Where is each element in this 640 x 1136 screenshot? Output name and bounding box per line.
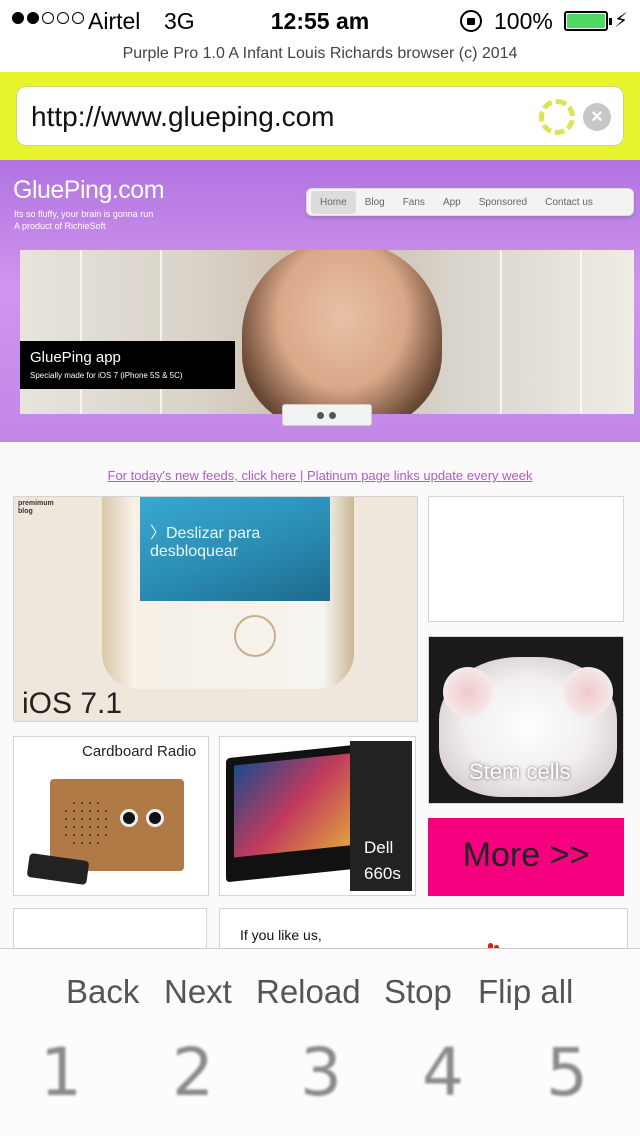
tile-cardboard-radio[interactable]: Cardboard Radio xyxy=(13,736,209,896)
site-header: GluePing.com Its so fluffy, your brain i… xyxy=(0,160,640,442)
tagline-line-1: Its so fluffy, your brain is gonna run xyxy=(14,209,154,219)
tile-tag: premimum blog xyxy=(18,500,54,516)
banner-caption: GluePing app Specially made for iOS 7 (i… xyxy=(20,341,235,389)
nav-sponsored[interactable]: Sponsored xyxy=(470,191,536,214)
battery-icon xyxy=(564,11,612,31)
url-bar-container: http://www.glueping.com × xyxy=(0,72,640,160)
url-field[interactable]: http://www.glueping.com × xyxy=(16,86,624,146)
banner-image[interactable] xyxy=(20,250,634,414)
hand-icon xyxy=(482,931,508,948)
nav-app[interactable]: App xyxy=(434,191,470,214)
status-bar: Airtel 3G 12:55 am 100% ⚡ xyxy=(0,0,640,40)
monitor-image xyxy=(226,743,366,883)
rotation-lock-icon xyxy=(460,10,482,32)
stop-button[interactable]: Stop xyxy=(384,973,452,1011)
browser-toolbar: Back Next Reload Stop Flip all 1 2 3 4 5 xyxy=(0,948,640,1136)
tile-radio-label: Cardboard Radio xyxy=(82,743,197,760)
tile-dell-label-1: Dell xyxy=(364,838,394,857)
nav-fans[interactable]: Fans xyxy=(394,191,434,214)
banner-pager[interactable] xyxy=(282,404,372,426)
tile-dell-label: Dell 660s xyxy=(364,835,401,887)
banner-portrait xyxy=(242,250,442,414)
flip-all-button[interactable]: Flip all xyxy=(478,973,573,1011)
feed-link[interactable]: For today's new feeds, click here | Plat… xyxy=(0,468,640,483)
tile-tag-line-2: blog xyxy=(18,508,33,515)
tab-5-button[interactable]: 5 xyxy=(546,1034,588,1111)
app-title: Purple Pro 1.0 A Infant Louis Richards b… xyxy=(122,45,518,62)
tile-dell[interactable]: Dell 660s xyxy=(219,736,416,896)
battery-percent: 100% xyxy=(494,8,553,34)
site-logo[interactable]: GluePing.com xyxy=(13,176,165,205)
banner-caption-subtitle: Specially made for iOS 7 (iPhone 5S & 5C… xyxy=(30,371,183,380)
iphone-screen-text: 〉Deslizar para desbloquear xyxy=(150,525,261,560)
loading-spinner-icon xyxy=(539,99,575,135)
like-us-text: If you like us, xyxy=(240,927,322,943)
tab-4-button[interactable]: 4 xyxy=(422,1034,464,1111)
tile-stem-cells-label: Stem cells xyxy=(469,759,571,784)
nav-home[interactable]: Home xyxy=(311,190,356,214)
tile-ios-label: iOS 7.1 xyxy=(22,687,123,720)
clear-url-button[interactable]: × xyxy=(583,103,611,131)
nav-blog[interactable]: Blog xyxy=(356,191,394,214)
charging-icon: ⚡ xyxy=(614,10,629,32)
back-button[interactable]: Back xyxy=(66,973,139,1011)
tile-ios[interactable]: 〉Deslizar para desbloquear premimum blog… xyxy=(13,496,418,722)
radio-image xyxy=(50,779,184,871)
tab-1-button[interactable]: 1 xyxy=(40,1034,82,1111)
tagline-line-2: A product of RichieSoft xyxy=(14,221,106,231)
tile-tag-line-1: premimum xyxy=(18,500,54,507)
tile-stem-cells[interactable]: Stem cells xyxy=(428,636,624,804)
more-button[interactable]: More >> xyxy=(428,818,624,896)
reload-button[interactable]: Reload xyxy=(256,973,361,1011)
tab-2-button[interactable]: 2 xyxy=(172,1034,214,1111)
iphone-image: 〉Deslizar para desbloquear xyxy=(102,497,354,689)
banner-caption-title: GluePing app xyxy=(30,349,121,366)
nav-contact[interactable]: Contact us xyxy=(536,191,602,214)
web-content[interactable]: GluePing.com Its so fluffy, your brain i… xyxy=(0,160,640,948)
tile-empty[interactable] xyxy=(428,496,624,622)
tile-like-us[interactable]: If you like us, xyxy=(219,908,628,948)
tile-empty-2[interactable] xyxy=(13,908,207,948)
more-label: More >> xyxy=(462,836,590,874)
url-text[interactable]: http://www.glueping.com xyxy=(31,101,335,133)
next-button[interactable]: Next xyxy=(164,973,232,1011)
site-nav: Home Blog Fans App Sponsored Contact us xyxy=(306,188,634,216)
tab-3-button[interactable]: 3 xyxy=(300,1034,342,1111)
tile-dell-label-2: 660s xyxy=(364,864,401,883)
site-tagline: Its so fluffy, your brain is gonna run A… xyxy=(14,208,153,232)
